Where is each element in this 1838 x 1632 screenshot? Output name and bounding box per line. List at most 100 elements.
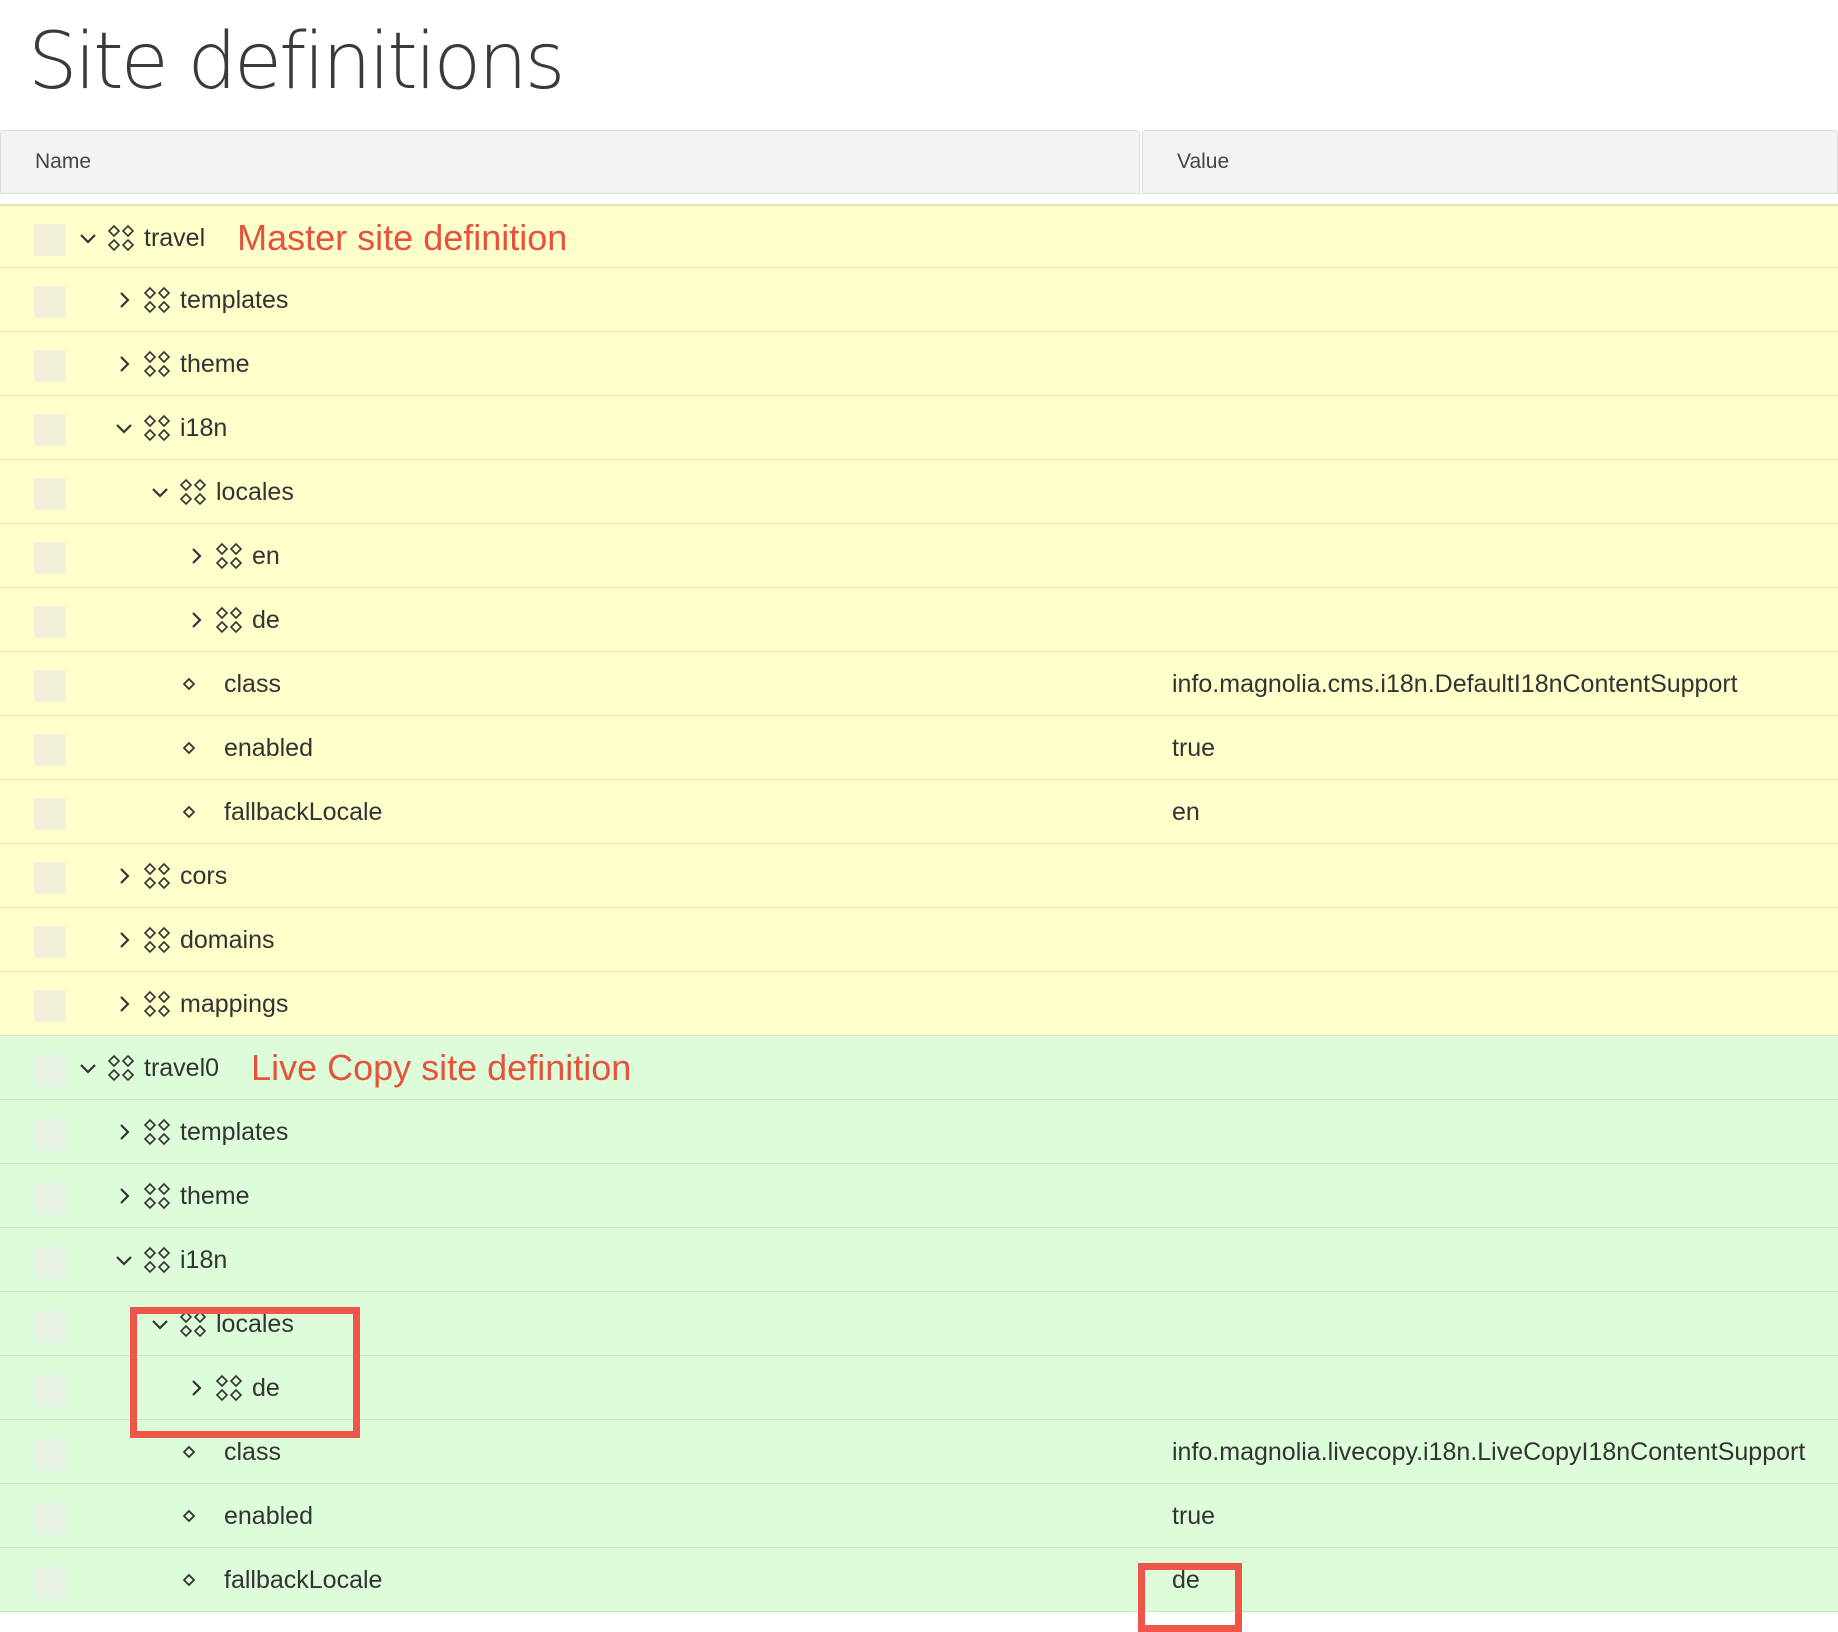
tree-row[interactable]: fallbackLocale en (0, 780, 1838, 844)
tree-row[interactable]: de (0, 1356, 1838, 1420)
node-label: travel (144, 223, 206, 252)
value-cell: true (1172, 733, 1216, 762)
row-checkbox[interactable] (34, 1502, 66, 1534)
name-cell: i18n (112, 396, 227, 460)
node-label: templates (180, 285, 289, 314)
tree-row[interactable]: i18n (0, 1228, 1838, 1292)
folder-node-icon (178, 477, 208, 507)
tree-row[interactable]: locales (0, 460, 1838, 524)
row-checkbox[interactable] (34, 350, 66, 382)
property-icon (182, 1445, 196, 1459)
row-checkbox[interactable] (34, 926, 66, 958)
property-icon (182, 1573, 196, 1587)
node-label: class (224, 669, 281, 698)
row-checkbox[interactable] (34, 414, 66, 446)
chevron-right-icon[interactable] (112, 288, 136, 312)
row-checkbox[interactable] (34, 990, 66, 1022)
tree-row[interactable]: travel Master site definition (0, 204, 1838, 268)
folder-node-icon (106, 1053, 136, 1083)
name-cell: mappings (112, 972, 288, 1036)
folder-node-icon (106, 223, 136, 253)
tree-row[interactable]: i18n (0, 396, 1838, 460)
row-checkbox[interactable] (34, 1310, 66, 1342)
row-checkbox[interactable] (34, 606, 66, 638)
tree-row[interactable]: domains (0, 908, 1838, 972)
tree-row[interactable]: enabled true (0, 716, 1838, 780)
tree-row[interactable]: class info.magnolia.livecopy.i18n.LiveCop… (0, 1420, 1838, 1484)
tree-row[interactable]: locales (0, 1292, 1838, 1356)
tree-row[interactable]: theme (0, 332, 1838, 396)
node-label: i18n (180, 1245, 228, 1274)
chevron-down-icon[interactable] (112, 1248, 136, 1272)
folder-node-icon (142, 861, 172, 891)
tree-row[interactable]: de (0, 588, 1838, 652)
value-cell: en (1172, 797, 1200, 826)
chevron-right-icon[interactable] (112, 864, 136, 888)
row-checkbox[interactable] (34, 478, 66, 510)
chevron-right-icon[interactable] (184, 1376, 208, 1400)
row-checkbox[interactable] (34, 1438, 66, 1470)
tree-row[interactable]: travel0 Live Copy site definition (0, 1036, 1838, 1100)
row-checkbox[interactable] (34, 542, 66, 574)
tree-grid-header: Name Value (0, 130, 1838, 194)
column-header-value[interactable]: Value (1142, 130, 1838, 194)
chevron-down-icon[interactable] (148, 1312, 172, 1336)
row-checkbox[interactable] (34, 734, 66, 766)
name-cell: enabled (176, 716, 313, 780)
node-label: theme (180, 349, 250, 378)
folder-node-icon (214, 541, 244, 571)
node-label: cors (180, 861, 228, 890)
name-cell: fallbackLocale (176, 1548, 382, 1612)
row-checkbox[interactable] (34, 1182, 66, 1214)
tree-row[interactable]: fallbackLocale de (0, 1548, 1838, 1612)
column-header-name[interactable]: Name (0, 130, 1140, 194)
row-checkbox[interactable] (34, 1054, 66, 1086)
node-label: de (252, 1373, 280, 1402)
tree-row[interactable]: en (0, 524, 1838, 588)
property-icon (182, 741, 196, 755)
chevron-right-icon[interactable] (112, 1120, 136, 1144)
row-checkbox[interactable] (34, 1374, 66, 1406)
name-cell: i18n (112, 1228, 227, 1292)
tree-grid-body: travel Master site definition templates the… (0, 204, 1838, 1612)
chevron-right-icon[interactable] (112, 1184, 136, 1208)
tree-row[interactable]: enabled true (0, 1484, 1838, 1548)
name-cell: class (176, 1420, 281, 1484)
tree-row[interactable]: theme (0, 1164, 1838, 1228)
node-label: domains (180, 925, 275, 954)
chevron-down-icon[interactable] (76, 1056, 100, 1080)
row-checkbox[interactable] (34, 670, 66, 702)
row-checkbox[interactable] (34, 224, 66, 256)
row-checkbox[interactable] (34, 1246, 66, 1278)
row-checkbox[interactable] (34, 1566, 66, 1598)
row-checkbox[interactable] (34, 862, 66, 894)
row-checkbox[interactable] (34, 286, 66, 318)
node-label: travel0 (144, 1053, 220, 1082)
node-label: i18n (180, 413, 228, 442)
value-cell: info.magnolia.cms.i18n.DefaultI18nConten… (1172, 669, 1738, 698)
tree-row[interactable]: mappings (0, 972, 1838, 1036)
chevron-down-icon[interactable] (148, 480, 172, 504)
name-cell: class (176, 652, 281, 716)
chevron-down-icon[interactable] (112, 416, 136, 440)
row-checkbox[interactable] (34, 1118, 66, 1150)
name-cell: travel Master site definition (76, 206, 567, 270)
chevron-right-icon[interactable] (112, 928, 136, 952)
page-title: Site definitions (28, 17, 565, 107)
tree-row[interactable]: templates (0, 1100, 1838, 1164)
chevron-right-icon[interactable] (184, 544, 208, 568)
node-label: theme (180, 1181, 250, 1210)
tree-row[interactable]: templates (0, 268, 1838, 332)
row-checkbox[interactable] (34, 798, 66, 830)
folder-node-icon (142, 349, 172, 379)
tree-row[interactable]: cors (0, 844, 1838, 908)
tree-row[interactable]: class info.magnolia.cms.i18n.DefaultI18nC… (0, 652, 1838, 716)
node-label: class (224, 1437, 281, 1466)
chevron-right-icon[interactable] (184, 608, 208, 632)
chevron-down-icon[interactable] (76, 226, 100, 250)
chevron-right-icon[interactable] (112, 352, 136, 376)
chevron-right-icon[interactable] (112, 992, 136, 1016)
value-cell: info.magnolia.livecopy.i18n.LiveCopyI18n… (1172, 1437, 1806, 1466)
node-label: templates (180, 1117, 289, 1146)
property-icon (182, 1509, 196, 1523)
